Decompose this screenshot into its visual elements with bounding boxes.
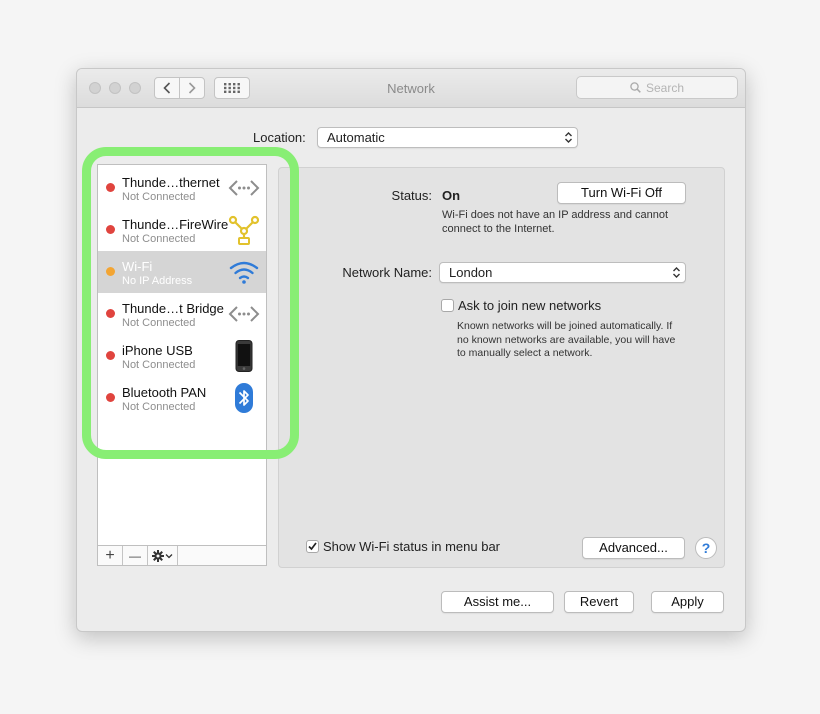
iphone-icon <box>235 340 253 372</box>
service-name: iPhone USB <box>122 343 193 358</box>
service-status: Not Connected <box>122 359 196 371</box>
show-wifi-status-label: Show Wi-Fi status in menu bar <box>323 539 501 554</box>
service-name: Thunde…FireWire <box>122 217 229 232</box>
checkmark-icon <box>308 542 317 551</box>
network-name-label: Network Name: <box>342 265 432 280</box>
search-field[interactable]: Search <box>576 76 738 99</box>
service-status: Not Connected <box>122 317 196 329</box>
ethernet-icon <box>228 180 260 196</box>
apply-button[interactable]: Apply <box>651 591 724 613</box>
bluetooth-icon <box>235 383 253 413</box>
ask-join-checkbox[interactable] <box>441 299 454 312</box>
service-item-thunderbolt-bridge[interactable]: Thunde…t Bridge Not Connected <box>98 293 266 335</box>
service-item-wifi[interactable]: Wi-Fi No IP Address <box>98 251 266 293</box>
service-name: Bluetooth PAN <box>122 385 207 400</box>
service-status: Not Connected <box>122 191 196 203</box>
title-bar: Network Search <box>77 69 745 108</box>
service-status: No IP Address <box>122 275 193 287</box>
status-dot <box>106 225 115 234</box>
show-wifi-status-checkbox[interactable] <box>306 540 319 553</box>
service-status: Not Connected <box>122 233 196 245</box>
firewire-icon <box>228 215 260 245</box>
advanced-button[interactable]: Advanced... <box>582 537 685 559</box>
network-preferences-window: Network Search Location: Automatic Thund… <box>76 68 746 632</box>
updown-chevron-icon <box>673 267 680 278</box>
turn-wifi-off-button[interactable]: Turn Wi-Fi Off <box>557 182 686 204</box>
status-dot <box>106 309 115 318</box>
service-item-iphone-usb[interactable]: iPhone USB Not Connected <box>98 335 266 377</box>
bridge-icon <box>228 306 260 322</box>
ask-join-description: Known networks will be joined automatica… <box>457 320 676 359</box>
location-value: Automatic <box>327 130 385 145</box>
service-name: Thunde…thernet <box>122 175 220 190</box>
service-item-thunderbolt-firewire[interactable]: Thunde…FireWire Not Connected <box>98 209 266 251</box>
network-name-value: London <box>449 265 493 280</box>
service-status: Not Connected <box>122 401 196 413</box>
updown-chevron-icon <box>565 132 572 143</box>
location-popup[interactable]: Automatic <box>317 127 578 148</box>
service-list-toolbar: + — <box>97 546 267 566</box>
service-name: Wi-Fi <box>122 259 153 274</box>
service-list[interactable]: Thunde…thernet Not Connected Thunde…Fire… <box>97 164 267 546</box>
search-placeholder: Search <box>645 80 685 95</box>
service-name: Thunde…t Bridge <box>122 301 224 316</box>
network-name-popup[interactable]: London <box>439 262 686 283</box>
gear-dropdown-icon <box>151 549 172 562</box>
assist-me-button[interactable]: Assist me... <box>441 591 554 613</box>
help-button[interactable]: ? <box>695 537 717 559</box>
status-value: On <box>442 188 461 203</box>
status-dot <box>106 393 115 402</box>
wifi-icon <box>229 261 259 284</box>
action-menu-button[interactable] <box>148 546 178 565</box>
wifi-detail-panel: Status: On Turn Wi-Fi Off Wi-Fi does not… <box>278 167 725 568</box>
status-dot <box>106 351 115 360</box>
status-label: Status: <box>391 188 432 203</box>
location-label: Location: <box>253 130 306 145</box>
remove-service-button[interactable]: — <box>123 546 148 565</box>
revert-button[interactable]: Revert <box>564 591 634 613</box>
status-dot <box>106 183 115 192</box>
ask-join-label: Ask to join new networks <box>458 298 602 313</box>
service-item-bluetooth-pan[interactable]: Bluetooth PAN Not Connected <box>98 377 266 419</box>
service-item-thunderbolt-ethernet[interactable]: Thunde…thernet Not Connected <box>98 167 266 209</box>
add-service-button[interactable]: + <box>98 546 123 565</box>
status-description: Wi-Fi does not have an IP address and ca… <box>442 209 669 235</box>
search-icon <box>630 82 641 93</box>
status-dot <box>106 267 115 276</box>
